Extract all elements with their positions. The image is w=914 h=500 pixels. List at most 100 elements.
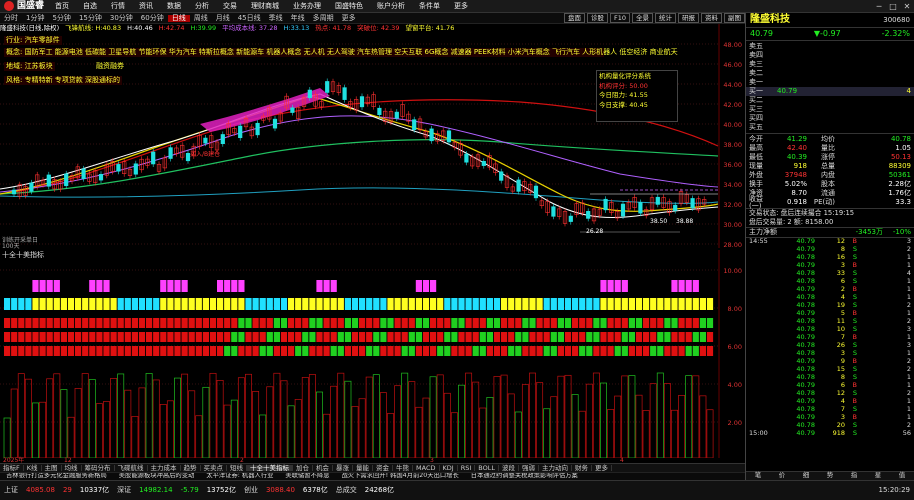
tick-row: 40.78 19 S 2 bbox=[746, 302, 914, 310]
indicator-tab[interactable]: 主力成本 bbox=[148, 465, 181, 472]
btn-f10[interactable]: F10 bbox=[609, 13, 630, 23]
btn-overview[interactable]: 全景 bbox=[632, 13, 653, 23]
menu-wealth[interactable]: 理财商城 bbox=[244, 2, 286, 10]
tab-value[interactable]: 值 bbox=[890, 472, 914, 480]
app-logo[interactable]: 国盛睿 bbox=[0, 0, 48, 13]
menu-home[interactable]: 首页 bbox=[48, 2, 76, 10]
tab-trades[interactable]: 笔 bbox=[746, 472, 770, 480]
tab-index[interactable]: 指 bbox=[842, 472, 866, 480]
indicator-tab[interactable]: 买卖点 bbox=[201, 465, 228, 472]
btn-research[interactable]: 研报 bbox=[678, 13, 699, 23]
indicator-tab[interactable]: 牛熊 bbox=[393, 465, 414, 472]
indicator-tab[interactable]: BOLL bbox=[475, 465, 499, 472]
orderbook-row[interactable]: 买二 bbox=[746, 96, 914, 105]
btn-statistics[interactable]: 统计 bbox=[655, 13, 676, 23]
indicator-tab[interactable]: KDJ bbox=[440, 465, 458, 472]
indicator-tab[interactable]: 强弱 bbox=[519, 465, 539, 472]
btn-diagnose[interactable]: 诊股 bbox=[586, 13, 608, 23]
indicator-tab[interactable]: RSI bbox=[458, 465, 476, 472]
index-sh-label[interactable]: 上证 bbox=[0, 487, 22, 494]
minimize-icon[interactable]: ─ bbox=[872, 0, 886, 13]
period-30min[interactable]: 30分钟 bbox=[106, 14, 137, 22]
btn-profile[interactable]: 资料 bbox=[701, 13, 722, 23]
menu-news[interactable]: 资讯 bbox=[132, 2, 160, 10]
menu-watchlist[interactable]: 自选 bbox=[76, 2, 104, 10]
close-icon[interactable]: ✕ bbox=[900, 0, 914, 13]
menu-data[interactable]: 数据 bbox=[160, 2, 188, 10]
signal-block-strength bbox=[579, 346, 586, 356]
indicator-chart[interactable]: 10.008.006.004.002.000.00 bbox=[0, 250, 745, 458]
period-monthly[interactable]: 月线 bbox=[212, 14, 234, 22]
indicator-tab[interactable]: 指标F bbox=[0, 465, 24, 472]
period-1min[interactable]: 1分钟 bbox=[22, 14, 48, 22]
orderbook-row[interactable]: 卖四 bbox=[746, 51, 914, 60]
indicator-tab[interactable]: 机会 bbox=[313, 465, 334, 472]
signal-block-strength bbox=[493, 346, 501, 356]
indicator-tab[interactable]: 主图 bbox=[42, 465, 62, 472]
orderbook-row[interactable]: 卖一 bbox=[746, 78, 914, 87]
menu-business[interactable]: 业务办理 bbox=[286, 2, 328, 10]
index-cy-label[interactable]: 创业 bbox=[240, 487, 262, 494]
tab-detail[interactable]: 细 bbox=[794, 472, 818, 480]
tab-price[interactable]: 价 bbox=[770, 472, 794, 480]
news-item[interactable]: 美股能源板块冲高后的变动 bbox=[113, 473, 201, 479]
indicator-tab[interactable]: 筹码分布 bbox=[82, 465, 115, 472]
period-15min[interactable]: 15分钟 bbox=[75, 14, 106, 22]
indicator-tab[interactable]: MACD bbox=[413, 465, 440, 472]
menu-analysis[interactable]: 分析 bbox=[188, 2, 216, 10]
indicator-tab[interactable]: 短线 bbox=[227, 465, 248, 472]
period-45day[interactable]: 45日线 bbox=[234, 14, 265, 22]
indicator-tab[interactable]: 财务 bbox=[572, 465, 592, 472]
indicator-tab[interactable]: 均线 bbox=[62, 465, 82, 472]
btn-panel[interactable]: 盘面 bbox=[563, 13, 585, 23]
menu-more[interactable]: 更多 bbox=[447, 2, 475, 10]
btn-subchart[interactable]: 副图 bbox=[724, 13, 745, 23]
indicator-tab[interactable]: K线 bbox=[24, 465, 42, 472]
period-60min[interactable]: 60分钟 bbox=[137, 14, 168, 22]
period-intraday[interactable]: 分时 bbox=[0, 14, 22, 22]
news-item[interactable]: 吉林银行打造多元化金融服务新格局 bbox=[0, 473, 113, 479]
indicator-tab[interactable]: 波段 bbox=[499, 465, 519, 472]
news-item[interactable]: 日本通过约调整关税政策影响评估方案 bbox=[465, 473, 584, 479]
period-5min[interactable]: 5分钟 bbox=[48, 14, 74, 22]
news-item[interactable]: 美联储暂不降息 bbox=[279, 473, 335, 479]
indicator-tab[interactable]: 十全十美指标 bbox=[247, 465, 294, 472]
menu-trade[interactable]: 交易 bbox=[216, 2, 244, 10]
period-quarterly[interactable]: 季线 bbox=[265, 14, 287, 22]
indicator-tab[interactable]: 更多 bbox=[592, 465, 612, 472]
orderbook-row[interactable]: 卖五 bbox=[746, 42, 914, 51]
indicator-tab[interactable]: 暴涨 bbox=[333, 465, 354, 472]
menu-conditional[interactable]: 条件单 bbox=[412, 2, 447, 10]
tab-trend[interactable]: 势 bbox=[818, 472, 842, 480]
menu-account[interactable]: 账户分析 bbox=[370, 2, 412, 10]
indicator-tab[interactable]: 飞碟航线 bbox=[115, 465, 148, 472]
signal-block-strength bbox=[295, 332, 302, 342]
indicator-tab[interactable]: 量能 bbox=[353, 465, 374, 472]
indicator-tab[interactable]: 加仓 bbox=[293, 465, 314, 472]
period-more[interactable]: 更多 bbox=[338, 14, 360, 22]
indicator-bar bbox=[188, 390, 196, 458]
indicator-name[interactable]: 十全十美指标 bbox=[2, 252, 44, 259]
indicator-tab[interactable]: 资金 bbox=[373, 465, 394, 472]
maximize-icon[interactable]: □ bbox=[886, 0, 900, 13]
menu-features[interactable]: 国盛特色 bbox=[328, 2, 370, 10]
orderbook-row[interactable]: 买五 bbox=[746, 123, 914, 132]
period-daily[interactable]: 日线 bbox=[167, 14, 190, 22]
orderbook-row[interactable]: 卖三 bbox=[746, 60, 914, 69]
tick-list[interactable]: 14:55 40.79 12 B 3 40.79 8 S 2 40.78 16 S 1 40.79 3 B 1 4… bbox=[746, 238, 914, 438]
orderbook-row[interactable]: 买三 bbox=[746, 105, 914, 114]
tab-star[interactable]: 星 bbox=[866, 472, 890, 480]
orderbook-row[interactable]: 卖二 bbox=[746, 69, 914, 78]
news-item[interactable]: 战火下需求回升! 韩国4月前20天出口增长 bbox=[335, 473, 464, 479]
menu-quotes[interactable]: 行情 bbox=[104, 2, 132, 10]
period-weekly[interactable]: 周线 bbox=[190, 14, 212, 22]
period-multi[interactable]: 多周期 bbox=[309, 14, 338, 22]
indicator-tab[interactable]: 趋势 bbox=[181, 465, 201, 472]
candlestick-chart[interactable]: 48.00 46.00 44.00 42.00 40.00 38.00 36.00 34.00… bbox=[0, 24, 745, 248]
orderbook-row[interactable]: 买四 bbox=[746, 114, 914, 123]
period-yearly[interactable]: 年线 bbox=[287, 14, 309, 22]
orderbook-row[interactable]: 买一 40.79 4 bbox=[746, 87, 914, 96]
indicator-tab[interactable]: 主力动向 bbox=[539, 465, 572, 472]
index-sz-label[interactable]: 深证 bbox=[113, 487, 135, 494]
news-item[interactable]: 太平洋证券: 机器人行业 bbox=[200, 473, 279, 479]
